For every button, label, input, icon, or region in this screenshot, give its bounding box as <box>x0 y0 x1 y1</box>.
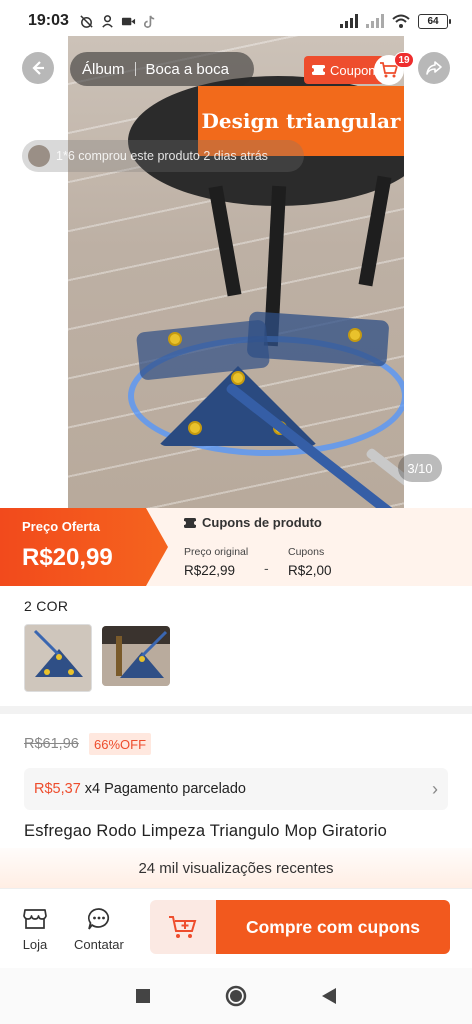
original-price-value: R$22,99 <box>184 563 236 578</box>
contact-label: Contatar <box>74 937 124 952</box>
status-notification-icons <box>79 14 157 29</box>
variant-2-image <box>102 626 170 686</box>
mop-dot <box>168 332 182 346</box>
offer-price: R$20,99 <box>22 544 113 571</box>
cart-plus-icon <box>169 916 197 938</box>
signal-icon <box>340 14 358 28</box>
offer-price-block: Preço Oferta R$20,99 <box>0 508 168 586</box>
original-price-label: Preço original <box>184 546 249 558</box>
contact-button[interactable]: Contatar <box>74 907 124 952</box>
mop-head-shadow <box>246 311 390 367</box>
status-bar: 19:03 64 <box>0 0 472 42</box>
coupon-label: Coupon <box>330 62 376 78</box>
tab-boca-a-boca[interactable]: Boca a boca <box>146 61 229 78</box>
shop-button[interactable]: Loja <box>22 907 48 952</box>
old-price: R$61,96 <box>24 736 79 752</box>
coupons-title: Cupons de produto <box>202 515 322 530</box>
shop-label: Loja <box>22 937 48 952</box>
wifi-icon <box>392 14 410 28</box>
add-to-cart-button[interactable] <box>150 900 216 954</box>
recents-square-icon[interactable] <box>135 988 151 1004</box>
system-nav-bar <box>0 968 472 1024</box>
product-image-gallery[interactable]: Álbum Boca a boca Coupon 19 Design trian… <box>0 0 472 508</box>
variant-thumb-2[interactable] <box>102 626 170 686</box>
tiktok-icon <box>143 15 155 28</box>
offer-label: Preço Oferta <box>22 519 101 534</box>
share-button[interactable] <box>418 52 450 84</box>
tab-album[interactable]: Álbum <box>82 61 125 78</box>
buyer-activity-toast: 1*6 comprou este produto 2 dias atrás <box>22 140 304 172</box>
bottom-action-bar: Loja Contatar Compre com cupons <box>0 888 472 968</box>
home-circle-icon[interactable] <box>225 985 247 1007</box>
variant-title: 2 COR <box>24 598 69 614</box>
buyer-avatar <box>28 145 50 167</box>
discount-badge: 66%OFF <box>89 733 152 755</box>
buyer-toast-text: 1*6 comprou este produto 2 dias atrás <box>56 149 268 163</box>
video-icon <box>121 17 135 25</box>
image-page-counter: 3/10 <box>398 454 442 482</box>
coupon-discount-label: Cupons <box>288 546 325 558</box>
price-band: Preço Oferta R$20,99 Cupons de produto P… <box>0 508 472 586</box>
price-dash: - <box>264 560 269 576</box>
people-icon <box>102 14 113 28</box>
battery-indicator: 64 <box>418 13 451 29</box>
back-triangle-icon[interactable] <box>321 987 337 1005</box>
installment-price: R$5,37 <box>34 781 81 797</box>
status-system-icons: 64 <box>340 13 451 29</box>
ticket-icon <box>312 65 325 75</box>
signal-weak-icon <box>366 14 384 28</box>
recent-views-banner: 24 mil visualizações recentes <box>0 848 472 888</box>
coupon-button[interactable]: Coupon <box>304 56 384 84</box>
tab-separator <box>134 62 136 76</box>
product-title: Esfregao Rodo Limpeza Triangulo Mop Gira… <box>24 822 388 840</box>
back-button[interactable] <box>22 52 54 84</box>
ticket-icon <box>184 517 196 528</box>
chat-bubble-icon <box>87 908 110 930</box>
chevron-right-icon: › <box>432 778 438 799</box>
coupon-discount-value: R$2,00 <box>288 563 332 578</box>
alarm-off-icon <box>80 14 93 28</box>
back-arrow-icon <box>32 61 44 75</box>
section-divider <box>0 706 472 714</box>
share-icon <box>426 61 442 75</box>
mop-dot <box>188 421 202 435</box>
variant-1-image <box>25 625 91 691</box>
buy-with-coupons-button[interactable]: Compre com cupons <box>216 900 450 954</box>
status-time: 19:03 <box>28 12 69 29</box>
product-page: 19:03 64 Álbum Boca a boca Coupon 19 Des… <box>0 0 472 1024</box>
cart-count-badge: 19 <box>394 52 414 68</box>
installment-text: x4 Pagamento parcelado <box>84 781 246 797</box>
gallery-tabs: Álbum Boca a boca <box>70 52 254 86</box>
mop-dot <box>348 328 362 342</box>
store-icon <box>23 909 47 929</box>
installment-row[interactable]: R$5,37 x4 Pagamento parcelado › <box>24 768 448 810</box>
variant-thumb-1[interactable] <box>24 624 92 692</box>
product-coupons-header[interactable]: Cupons de produto <box>184 515 322 530</box>
